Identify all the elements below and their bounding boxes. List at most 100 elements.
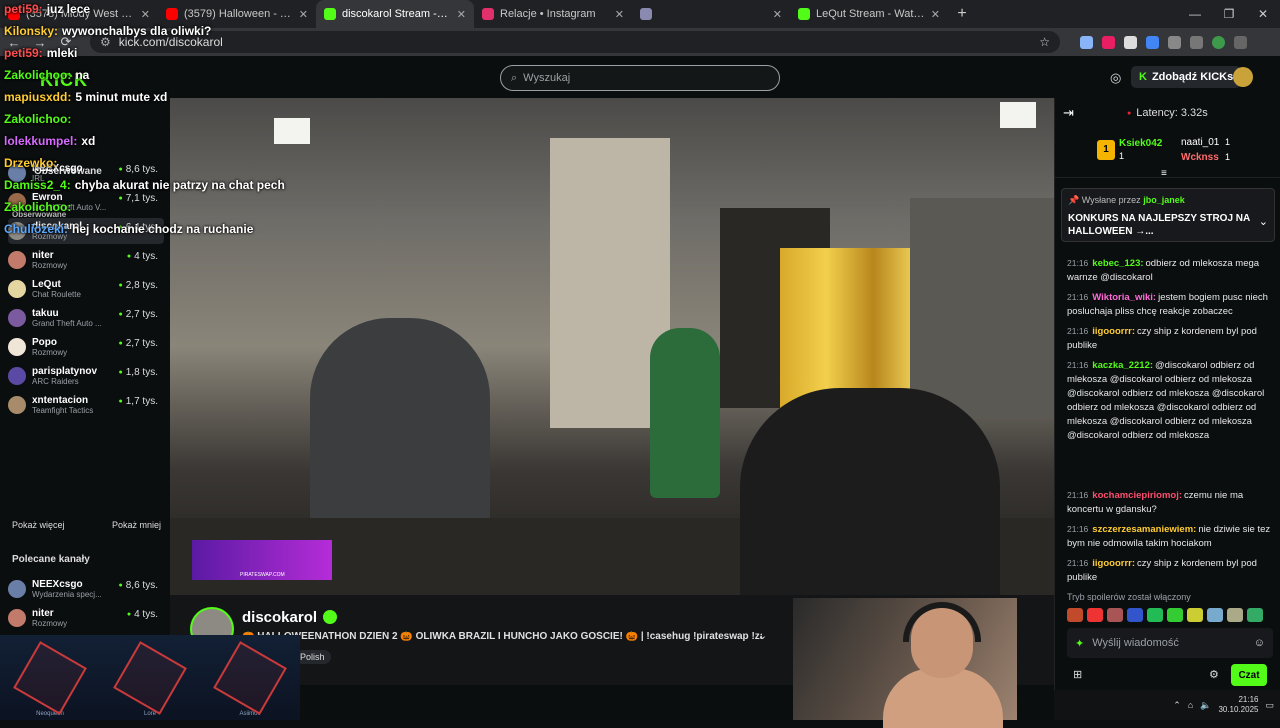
browser-tab[interactable]: ✕ bbox=[632, 0, 790, 28]
leader-name[interactable]: Wcknss bbox=[1181, 152, 1219, 163]
window-controls: — ❐ ✕ bbox=[1178, 0, 1280, 28]
chat-header: ⇥ Latency: 3.32s bbox=[1055, 98, 1280, 128]
channel-text: Popo Rozmowy bbox=[32, 337, 122, 358]
minimize-icon[interactable]: — bbox=[1178, 0, 1212, 28]
url-field[interactable]: ⚙ kick.com/discokarol ☆ bbox=[90, 31, 1060, 53]
chat-user[interactable]: iigooorrr: bbox=[1092, 326, 1135, 337]
chat-user[interactable]: szczerzesamaniewiem: bbox=[1092, 524, 1196, 535]
chat-user[interactable]: kochamciepiriomoj: bbox=[1092, 490, 1182, 501]
menu-dots-icon[interactable] bbox=[1234, 35, 1247, 49]
tab-close-icon[interactable]: ✕ bbox=[299, 8, 308, 21]
tab-close-icon[interactable]: ✕ bbox=[141, 8, 150, 21]
overlay-chat-message: Zakolichoo: na bbox=[4, 68, 89, 82]
get-kicks-button[interactable]: K Zdobądź KICKs bbox=[1131, 66, 1242, 88]
sidebar-channel-lequt[interactable]: LeQutChat Roulette2,8 tys. bbox=[8, 276, 164, 302]
sidebar-channel-takuu[interactable]: takuuGrand Theft Auto ...2,7 tys. bbox=[8, 305, 164, 331]
system-tray: ⌃ ⌂ 🔈 21:16 30.10.2025 ▭ bbox=[1054, 690, 1280, 720]
browser-tab[interactable]: Relacje • Instagram ✕ bbox=[474, 0, 632, 28]
stream-title: 🎃 HALLOWEENATHON DZIEŃ 2 🎃 OLIWKA BRAZIL… bbox=[242, 631, 762, 642]
extension-icon[interactable] bbox=[1080, 35, 1093, 49]
network-icon[interactable]: ⌂ bbox=[1188, 700, 1193, 710]
search-input[interactable]: ⌕ Wyszukaj bbox=[500, 65, 780, 91]
leader-name[interactable]: naati_01 bbox=[1181, 137, 1219, 148]
tab-close-icon[interactable]: ✕ bbox=[615, 8, 624, 21]
bookmark-star-icon[interactable]: ☆ bbox=[1039, 35, 1050, 49]
leader-name[interactable]: Ksiek042 bbox=[1119, 138, 1162, 149]
emote-icon[interactable] bbox=[1087, 608, 1103, 622]
browser-tab[interactable]: discokarol Stream - Watch ✕ bbox=[316, 0, 474, 28]
chat-user[interactable]: iigooorrr: bbox=[1092, 558, 1135, 569]
send-chat-button[interactable]: Czat bbox=[1231, 664, 1267, 686]
sidebar-channel-parisplatynov[interactable]: parisplatynovARC Raiders1,8 tys. bbox=[8, 363, 164, 389]
ceiling-light bbox=[1000, 102, 1036, 128]
chevron-up-icon[interactable]: ⌃ bbox=[1173, 700, 1181, 711]
video-player[interactable]: PIRATESWAP.COM bbox=[170, 98, 1054, 595]
filter-icon[interactable]: ≡ bbox=[1161, 168, 1167, 179]
channel-name: niter bbox=[32, 607, 54, 619]
chat-message: 21:16 iigooorrr: czy ship z kordenem byl p… bbox=[1067, 556, 1275, 585]
overlay-chat-message: Damiss2_4: chyba akurat nie patrzy na cha… bbox=[4, 178, 285, 192]
show-more-button[interactable]: Pokaż więcej bbox=[12, 520, 65, 530]
new-tab-button[interactable]: + bbox=[948, 5, 976, 23]
emote-icon[interactable] bbox=[1167, 608, 1183, 622]
chat-input[interactable]: ✦ Wyślij wiadomość ☺ bbox=[1067, 628, 1273, 658]
profile-icon[interactable] bbox=[1212, 35, 1225, 49]
puzzle-icon[interactable] bbox=[1168, 35, 1181, 49]
emote-icon[interactable] bbox=[1107, 608, 1123, 622]
chat-message: 21:16 iigooorrr: czy ship z kordenem byl p… bbox=[1067, 324, 1275, 353]
tab-close-icon[interactable]: ✕ bbox=[931, 8, 940, 21]
tab-close-icon[interactable]: ✕ bbox=[773, 8, 782, 21]
maximize-icon[interactable]: ❐ bbox=[1212, 0, 1246, 28]
overlay-chat-message: lolekkumpel: xd bbox=[4, 134, 95, 148]
pinned-by-user[interactable]: jbo_janek bbox=[1143, 195, 1185, 205]
extension-icon[interactable] bbox=[1146, 35, 1159, 49]
tab-title: (3579) Halloween - YouTube bbox=[184, 8, 293, 20]
emote-icon[interactable] bbox=[1227, 608, 1243, 622]
webcam-overlay bbox=[793, 598, 1017, 728]
volume-icon[interactable]: 🔈 bbox=[1200, 700, 1211, 711]
settings-gear-icon[interactable]: ⚙ bbox=[1209, 668, 1219, 681]
clock[interactable]: 21:16 30.10.2025 bbox=[1218, 695, 1258, 715]
sidebar-channel-neexcsgo[interactable]: NEEXcsgoWydarzenia specj...8,6 tys. bbox=[8, 576, 164, 602]
sidebar-channel-niter[interactable]: niterRozmowy 4 tys. bbox=[8, 247, 164, 273]
collapse-chat-icon[interactable]: ⇥ bbox=[1063, 105, 1074, 121]
user-avatar[interactable] bbox=[1233, 67, 1253, 87]
gift-icon[interactable]: ⊞ bbox=[1073, 668, 1082, 681]
channel-name[interactable]: discokarol bbox=[242, 609, 317, 626]
emoji-icon[interactable]: ☺ bbox=[1254, 637, 1265, 649]
emote-icon[interactable] bbox=[1067, 608, 1083, 622]
sidebar-channel-popo[interactable]: PopoRozmowy2,7 tys. bbox=[8, 334, 164, 360]
skin-image bbox=[13, 641, 87, 715]
sparkle-icon[interactable]: ✦ bbox=[1075, 637, 1084, 650]
chat-user[interactable]: kaczka_2212: bbox=[1092, 360, 1153, 371]
notification-center-icon[interactable]: ▭ bbox=[1265, 700, 1274, 711]
ceiling-light bbox=[274, 118, 310, 144]
chevron-down-icon[interactable]: ⌄ bbox=[1259, 215, 1268, 228]
emote-icon[interactable] bbox=[1147, 608, 1163, 622]
sidebar-channel-xntentacion[interactable]: xntentacionTeamfight Tactics1,7 tys. bbox=[8, 392, 164, 418]
overlay-chat-user: mapiusxdd: bbox=[4, 90, 72, 104]
close-window-icon[interactable]: ✕ bbox=[1246, 0, 1280, 28]
tab-favicon-icon bbox=[166, 8, 178, 20]
chat-user[interactable]: Wiktoria_wiki: bbox=[1092, 292, 1156, 303]
emote-icon[interactable] bbox=[1187, 608, 1203, 622]
tab-favicon-icon bbox=[640, 8, 652, 20]
pinned-message[interactable]: 📌 Wysłane przez jbo_janek KONKURS NA NAJ… bbox=[1061, 188, 1275, 242]
notifications-icon[interactable]: ◎ bbox=[1110, 70, 1121, 86]
skin-card: Neoqueen bbox=[10, 640, 90, 720]
browser-tab[interactable]: LeQut Stream - Watch Live on ✕ bbox=[790, 0, 948, 28]
emote-icon[interactable] bbox=[1247, 608, 1263, 622]
channel-avatar bbox=[8, 309, 26, 327]
tab-favicon-icon bbox=[482, 8, 494, 20]
chevron-down-icon[interactable]: ⌄ bbox=[758, 629, 767, 642]
reading-list-icon[interactable] bbox=[1190, 35, 1203, 49]
chat-user[interactable]: kebec_123: bbox=[1092, 258, 1143, 269]
show-less-button[interactable]: Pokaż mniej bbox=[112, 520, 161, 530]
pinned-by-label: Wysłane przez bbox=[1081, 195, 1141, 205]
tab-close-icon[interactable]: ✕ bbox=[457, 8, 466, 21]
sidebar-channel-niter[interactable]: niterRozmowy 4 tys. bbox=[8, 605, 164, 631]
extension-icon[interactable] bbox=[1124, 35, 1137, 49]
emote-icon[interactable] bbox=[1207, 608, 1223, 622]
emote-icon[interactable] bbox=[1127, 608, 1143, 622]
extension-icon[interactable] bbox=[1102, 35, 1115, 49]
